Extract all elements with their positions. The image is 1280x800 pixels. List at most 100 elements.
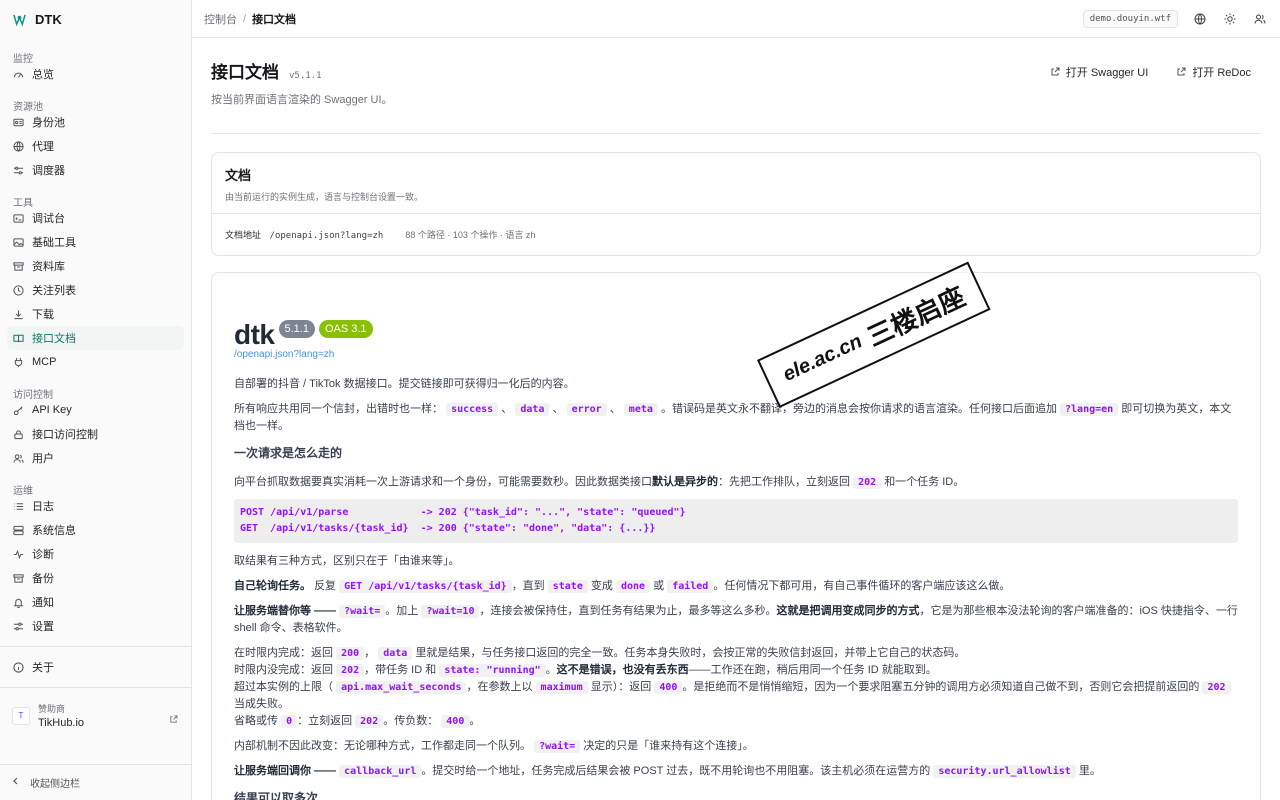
sidebar-item-3-2[interactable]: 用户 xyxy=(7,446,184,470)
page-subtitle: 按当前界面语言渲染的 Swagger UI。 xyxy=(211,94,393,106)
sidebar-divider xyxy=(0,646,191,647)
text: ，带任务 ID 和 xyxy=(364,664,437,676)
open-swagger-ui-label: 打开 Swagger UI xyxy=(1065,67,1149,79)
sidebar-item-2-0[interactable]: 调试台 xyxy=(7,206,184,230)
sidebar-item-4-1[interactable]: 系统信息 xyxy=(7,518,184,542)
sidebar-item-label: 接口访问控制 xyxy=(32,429,98,441)
text: 向平台抓取数据要真实消耗一次上游请求和一个身份，可能需要数秒。因此数据类接口 xyxy=(234,476,652,488)
theme-sun-icon[interactable] xyxy=(1222,11,1238,27)
code: 400 xyxy=(441,715,470,728)
sidebar-item-4-3[interactable]: 备份 xyxy=(7,566,184,590)
sponsor-link[interactable]: T 赞助商 TikHub.io xyxy=(0,696,191,735)
breadcrumb-console[interactable]: 控制台 xyxy=(204,11,237,27)
open-redoc-button[interactable]: 打开 ReDoc xyxy=(1176,64,1251,80)
code: 202 xyxy=(336,664,365,677)
oas-version-badge: OAS 3.1 xyxy=(318,320,373,338)
bold-text: 这不是错误，也没有丢东西 xyxy=(556,664,689,676)
text: 。传负数： xyxy=(383,715,439,727)
globe-icon xyxy=(13,140,24,152)
download-icon xyxy=(13,309,24,320)
clock-icon xyxy=(13,284,24,296)
sidebar-item-2-1[interactable]: 基础工具 xyxy=(7,230,184,254)
text: 内部机制不因此改变：无论哪种方式，工作都走同一个队列。 xyxy=(234,740,531,752)
text: 所有响应共用同一个信封，出错时也一样： xyxy=(234,403,443,415)
sidebar-item-2-6[interactable]: MCP xyxy=(7,350,184,374)
sidebar-item-1-0[interactable]: 身份池 xyxy=(7,110,184,134)
sidebar-section-title: 运维 xyxy=(13,486,33,497)
text: 。提交时给一个地址，任务完成后结果会被 POST 过去，既不用轮询也不用阻塞。该… xyxy=(421,765,931,777)
sidebar-item-4-4[interactable]: 通知 xyxy=(7,590,184,614)
text: 和一个任务 ID。 xyxy=(884,476,965,488)
sidebar-item-2-5[interactable]: 接口文档 xyxy=(7,326,184,350)
text: ——工作还在跑，稍后用同一个任务 ID 就能取到。 xyxy=(688,664,937,676)
text: 。 xyxy=(545,664,557,676)
terminal-icon xyxy=(13,213,24,224)
code: ?wait= xyxy=(534,740,581,753)
internal-paragraph: 内部机制不因此改变：无论哪种方式，工作都走同一个队列。 ?wait= 决定的只是… xyxy=(234,738,1238,755)
sidebar-item-label: API Key xyxy=(32,404,72,416)
sidebar-item-2-3[interactable]: 关注列表 xyxy=(7,278,184,302)
code: ?lang=en xyxy=(1060,403,1119,416)
text: ，在参数上以 xyxy=(466,681,533,693)
sidebar-item-label: 资料库 xyxy=(32,261,65,273)
sidebar-item-3-0[interactable]: API Key xyxy=(7,398,184,422)
code: 200 xyxy=(336,647,365,660)
pulse-icon xyxy=(13,549,24,560)
tikhub-logo-icon: T xyxy=(12,706,30,725)
sidebar-section-title: 资源池 xyxy=(13,102,43,113)
text: 或 xyxy=(653,580,665,592)
account-users-icon[interactable] xyxy=(1252,11,1268,27)
sidebar-item-1-1[interactable]: 代理 xyxy=(7,134,184,158)
id-card-icon xyxy=(13,117,24,128)
text: 省略或传 xyxy=(234,715,278,727)
openapi-spec-link[interactable]: /openapi.json?lang=zh xyxy=(234,349,1238,360)
text: ， xyxy=(364,647,376,659)
sidebar-item-4-5[interactable]: 设置 xyxy=(7,614,184,638)
sliders-icon xyxy=(13,165,24,176)
code: GET /api/v1/tasks/{task_id} xyxy=(339,580,512,593)
sidebar-section-title: 工具 xyxy=(13,198,33,209)
sidebar-item-label: 总览 xyxy=(32,69,54,81)
sidebar-item-0-0[interactable]: 总览 xyxy=(7,62,184,86)
sidebar-item-1-2[interactable]: 调度器 xyxy=(7,158,184,182)
code: 202 xyxy=(1202,681,1231,694)
sidebar-item-4-2[interactable]: 诊断 xyxy=(7,542,184,566)
open-swagger-ui-button[interactable]: 打开 Swagger UI xyxy=(1050,64,1149,80)
sidebar-item-label: 关注列表 xyxy=(32,285,76,297)
lock-icon xyxy=(13,429,24,440)
main: 控制台 / 接口文档 demo.douyin.wtf 接口文档 v5.1.1 按… xyxy=(192,0,1280,800)
host-badge: demo.douyin.wtf xyxy=(1082,9,1178,28)
code: success xyxy=(446,403,499,416)
code: state xyxy=(547,580,588,593)
collapse-sidebar-button[interactable]: 收起侧边栏 xyxy=(0,764,191,800)
text: 当成失败。 xyxy=(234,698,289,710)
api-title: dtk xyxy=(234,319,275,350)
code: maximum xyxy=(535,681,588,694)
docs-url-label: 文档地址 xyxy=(225,230,262,240)
brand[interactable]: DTK xyxy=(0,0,191,38)
key-icon xyxy=(13,405,24,416)
list-icon xyxy=(13,501,24,512)
sidebar-section-title: 监控 xyxy=(13,54,33,65)
sidebar-item-2-4[interactable]: 下载 xyxy=(7,302,184,326)
sidebar-item-4-0[interactable]: 日志 xyxy=(7,494,184,518)
sidebar-item-label: 身份池 xyxy=(32,117,65,129)
code: done xyxy=(615,580,651,593)
bold-text: 自己轮询任务。 xyxy=(234,580,311,592)
text: ：立刻返回 xyxy=(297,715,353,727)
code: 0 xyxy=(281,715,298,728)
sidebar-section-title: 访问控制 xyxy=(13,390,53,401)
text: 变成 xyxy=(590,580,613,592)
flow-paragraph: 向平台抓取数据要真实消耗一次上游请求和一个身份，可能需要数秒。因此数据类接口默认… xyxy=(234,474,1238,491)
section-heading-flow: 一次请求是怎么走的 xyxy=(234,446,343,460)
sidebar-item-about[interactable]: 关于 xyxy=(7,655,184,679)
poll-paragraph: 自己轮询任务。 反复 GET /api/v1/tasks/{task_id} ，直… xyxy=(234,578,1238,595)
sidebar-item-2-2[interactable]: 资料库 xyxy=(7,254,184,278)
sidebar-item-label: 日志 xyxy=(32,501,54,513)
code: api.max_wait_seconds xyxy=(336,681,467,694)
docs-url[interactable]: /openapi.json?lang=zh xyxy=(270,231,384,241)
chevron-left-icon xyxy=(12,777,20,788)
sidebar-item-3-1[interactable]: 接口访问控制 xyxy=(7,422,184,446)
text: ：先把工作排队，立刻返回 xyxy=(718,476,850,488)
language-globe-icon[interactable] xyxy=(1192,11,1208,27)
